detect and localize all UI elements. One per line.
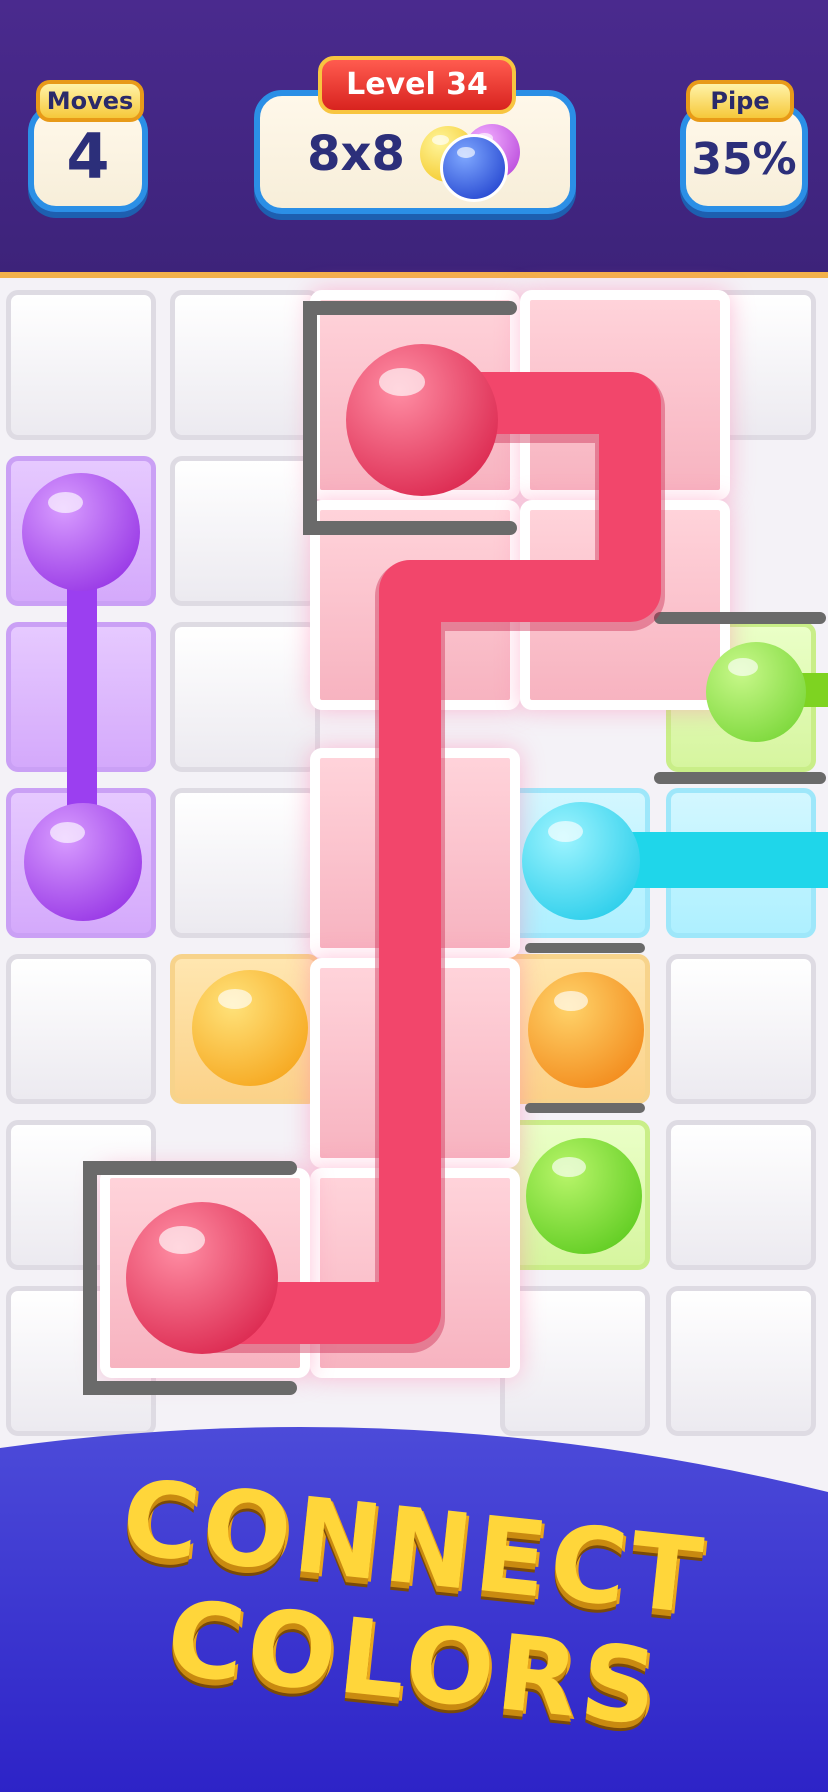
- pipe-label: Pipe: [686, 80, 794, 122]
- moves-label: Moves: [36, 80, 144, 122]
- red-dot[interactable]: [126, 1202, 278, 1354]
- title-banner: CONNECT COLORS: [0, 1420, 828, 1792]
- moves-counter: 4: [66, 120, 110, 193]
- game-board[interactable]: [0, 278, 828, 1458]
- purple-dot[interactable]: [22, 473, 140, 591]
- level-banner: Level 34: [318, 56, 516, 114]
- grid-size-text: 8x8: [307, 126, 405, 182]
- purple-dot[interactable]: [24, 803, 142, 921]
- color-balls-icon: [420, 118, 530, 202]
- green-dot[interactable]: [706, 642, 806, 742]
- orange-dot[interactable]: [528, 972, 644, 1088]
- red-dot[interactable]: [346, 344, 498, 496]
- cyan-dot[interactable]: [522, 802, 640, 920]
- green-dot[interactable]: [526, 1138, 642, 1254]
- pipe-percentage: 35%: [691, 134, 797, 185]
- orange-dot[interactable]: [192, 970, 308, 1086]
- top-hud: Moves 4 Level 34 8x8 Pipe 35%: [0, 0, 828, 278]
